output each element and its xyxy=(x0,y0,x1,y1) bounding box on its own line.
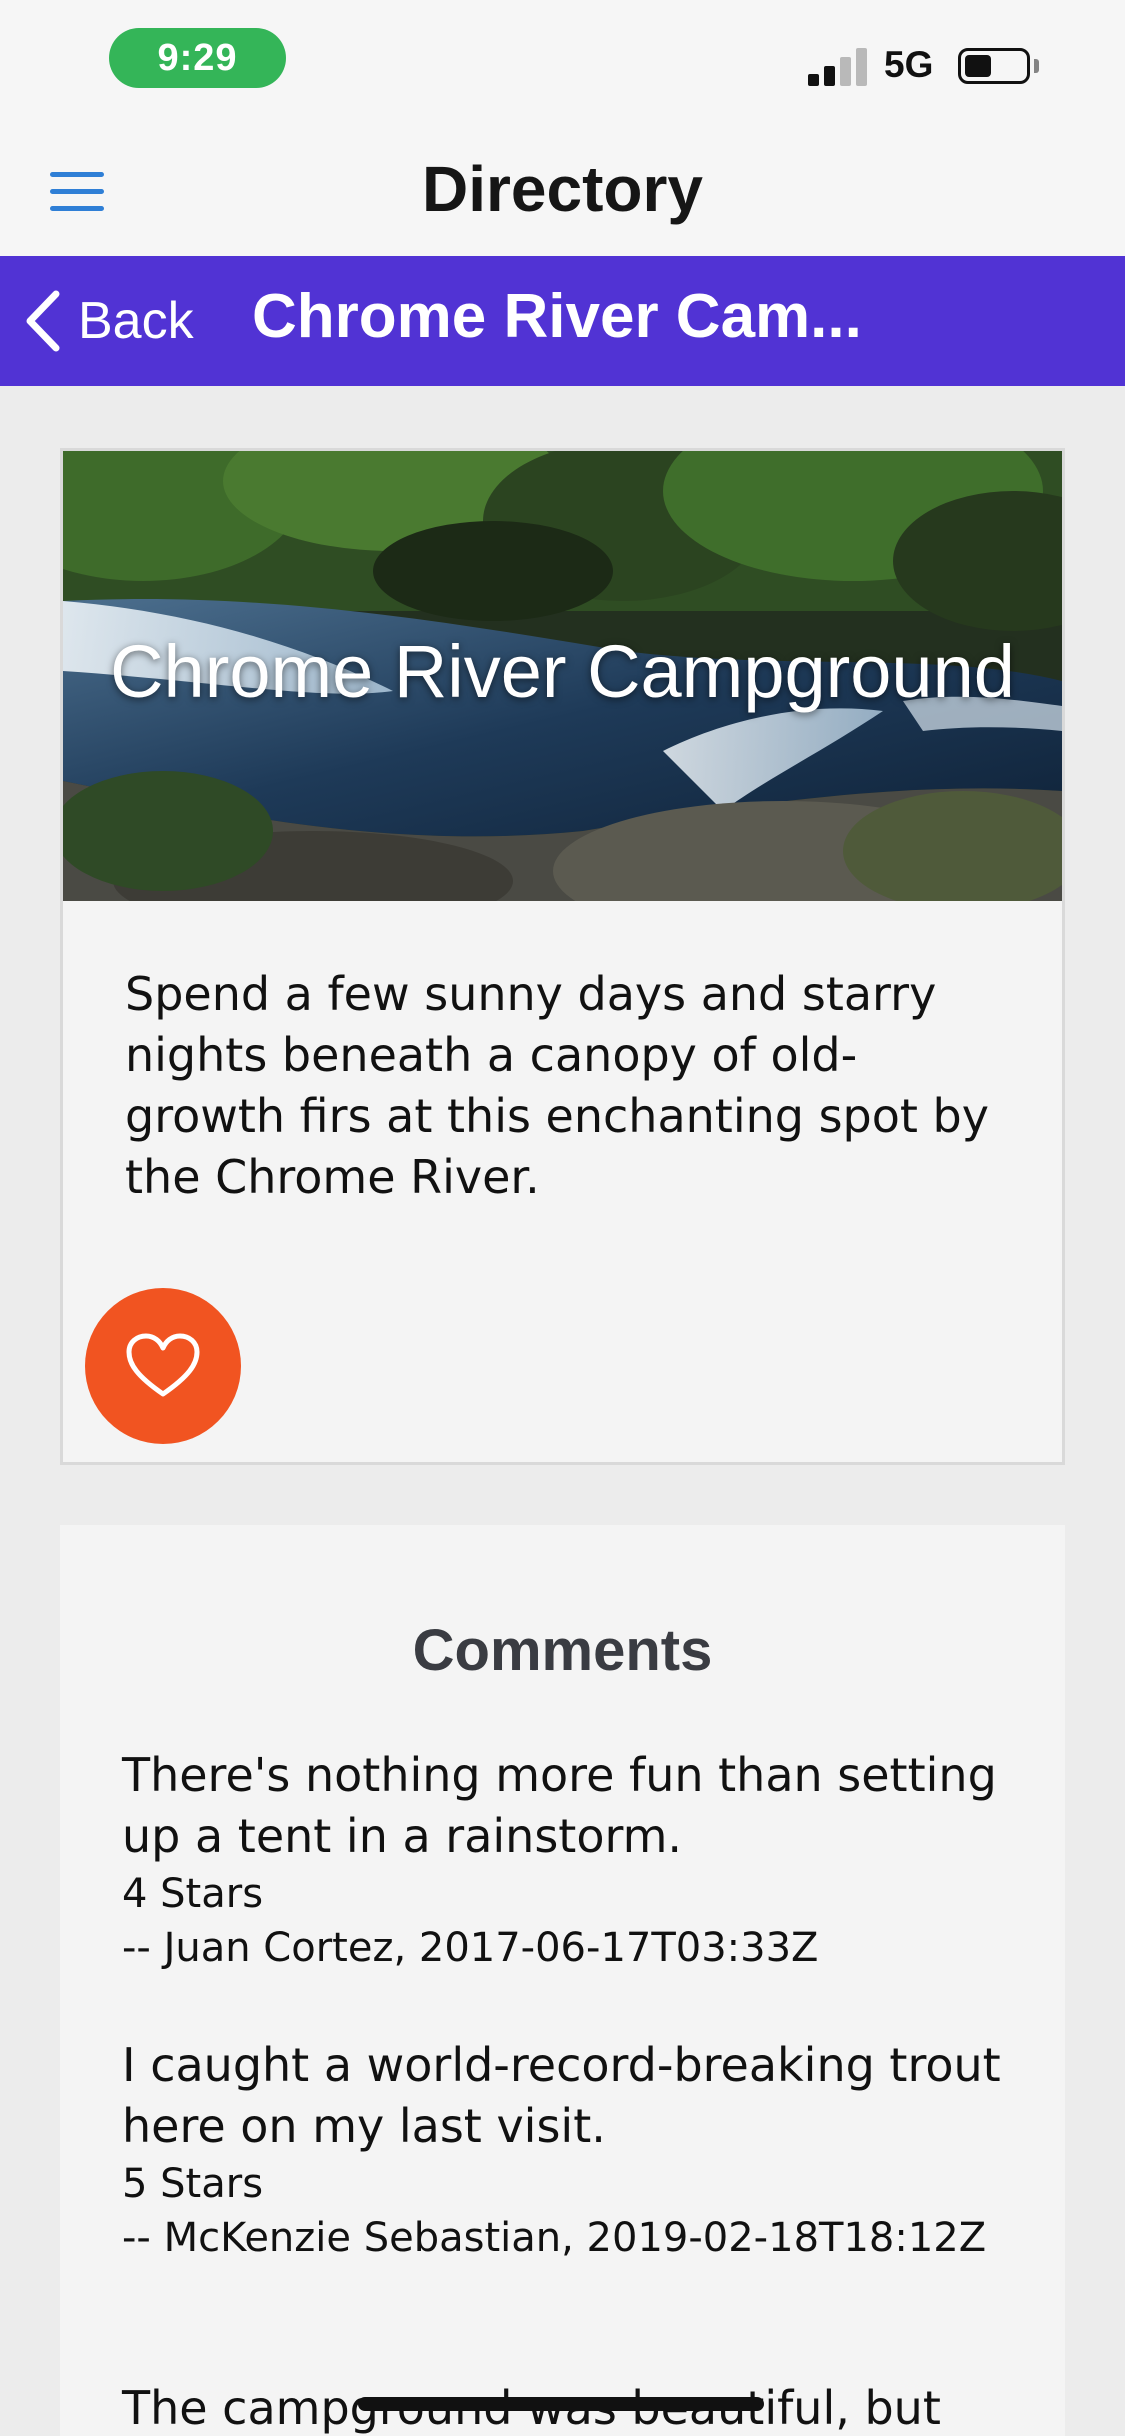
chevron-left-icon xyxy=(26,290,60,352)
nav-title: Chrome River Cam... xyxy=(252,282,862,351)
page-title: Directory xyxy=(422,153,703,225)
heart-outline-icon xyxy=(126,1333,200,1397)
campsite-card: Chrome River Campground Spend a few sunn… xyxy=(60,448,1065,1465)
battery-icon xyxy=(958,48,1030,84)
campsite-description: Spend a few sunny days and starry nights… xyxy=(125,967,989,1204)
cellular-signal-icon xyxy=(808,48,870,86)
top-header: Directory xyxy=(0,130,1125,256)
back-label: Back xyxy=(78,292,194,350)
home-indicator[interactable] xyxy=(358,2397,764,2411)
comment-rating: 4 Stars xyxy=(122,1871,264,1917)
comment-text: I caught a world-record-breaking trout h… xyxy=(122,2038,1001,2153)
comment-byline: -- Juan Cortez, 2017-06-17T03:33Z xyxy=(122,1925,819,1971)
comment-item: I caught a world-record-breaking trout h… xyxy=(122,2035,1022,2265)
comment-byline: -- McKenzie Sebastian, 2019-02-18T18:12Z xyxy=(122,2215,987,2261)
comment-text: There's nothing more fun than setting up… xyxy=(122,1748,997,1863)
navigation-bar: Back Chrome River Cam... xyxy=(0,256,1125,386)
comments-heading: Comments xyxy=(412,1618,713,1683)
status-bar: 9:29 5G xyxy=(0,0,1125,130)
favorite-button[interactable] xyxy=(85,1288,241,1444)
app-screen: 9:29 5G Directory Back Chrome River Cam.… xyxy=(0,0,1125,2436)
comments-section: Comments There's nothing more fun than s… xyxy=(60,1525,1065,2436)
campsite-hero-image: Chrome River Campground xyxy=(63,451,1062,901)
status-time: 9:29 xyxy=(109,28,286,88)
battery-tip xyxy=(1034,59,1039,73)
comment-rating: 5 Stars xyxy=(122,2161,264,2207)
back-button[interactable]: Back xyxy=(22,286,194,356)
network-type-label: 5G xyxy=(884,44,934,85)
campsite-hero-title: Chrome River Campground xyxy=(110,630,1015,713)
comment-item: There's nothing more fun than setting up… xyxy=(122,1745,1022,1975)
